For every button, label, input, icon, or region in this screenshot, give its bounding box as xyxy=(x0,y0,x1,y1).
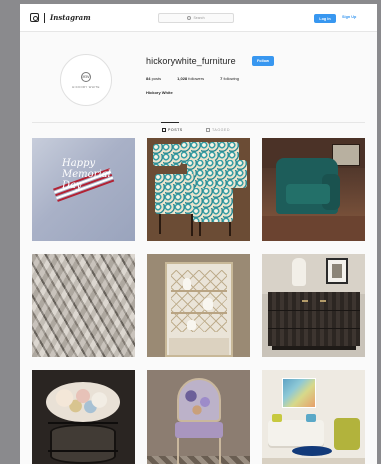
search-placeholder: Search xyxy=(193,16,205,20)
signup-link[interactable]: Sign Up xyxy=(342,15,356,19)
post-tile[interactable] xyxy=(262,370,365,464)
post-tile[interactable] xyxy=(147,138,250,241)
grid-icon xyxy=(162,128,166,132)
memorial-line-3: Day xyxy=(62,180,82,191)
tab-tagged[interactable]: TAGGED xyxy=(206,128,230,132)
tab-posts[interactable]: POSTS xyxy=(162,128,183,132)
camera-icon[interactable] xyxy=(30,13,39,22)
posts-count: 84 xyxy=(146,76,151,81)
tag-icon xyxy=(206,128,210,132)
tab-tagged-label: TAGGED xyxy=(212,128,230,132)
profile-stats: 84 posts 1,028 followers 7 following xyxy=(146,76,239,81)
nav-divider xyxy=(44,12,45,23)
avatar[interactable]: HW HICKORY WHITE xyxy=(60,54,112,106)
top-nav: Instagram Search Log In Sign Up xyxy=(20,4,377,32)
post-tile[interactable] xyxy=(262,138,365,241)
tab-posts-label: POSTS xyxy=(168,128,183,132)
post-tile[interactable] xyxy=(262,254,365,357)
followers-label: followers xyxy=(188,76,205,81)
follow-button[interactable]: Follow xyxy=(252,56,274,66)
posts-stat: 84 posts xyxy=(146,76,161,81)
active-tab-indicator xyxy=(161,122,179,123)
avatar-brand-text: HICKORY WHITE xyxy=(72,84,100,89)
following-stat[interactable]: 7 following xyxy=(220,76,239,81)
tabs-divider xyxy=(32,122,365,123)
search-input[interactable]: Search xyxy=(158,13,234,23)
brand-mark-icon: HW xyxy=(81,71,91,82)
memorial-line-1: Happy xyxy=(62,158,96,169)
instagram-logo[interactable]: Instagram xyxy=(50,13,91,22)
memorial-line-2: Memorial xyxy=(62,169,111,180)
search-icon xyxy=(187,16,192,20)
post-tile[interactable] xyxy=(32,254,135,357)
post-tile[interactable]: Happy Memorial Day xyxy=(32,138,135,241)
post-tile[interactable] xyxy=(32,370,135,464)
followers-count: 1,028 xyxy=(177,76,188,81)
followers-stat[interactable]: 1,028 followers xyxy=(177,76,204,81)
login-button[interactable]: Log In xyxy=(314,14,336,23)
memorial-day-text: Happy Memorial Day xyxy=(62,158,111,191)
instagram-page: Instagram Search Log In Sign Up HW HICKO… xyxy=(20,4,377,464)
following-count: 7 xyxy=(220,76,223,81)
post-tile[interactable] xyxy=(147,254,250,357)
posts-label: posts xyxy=(151,76,162,81)
profile-username: hickorywhite_furniture xyxy=(146,56,236,66)
profile-full-name: Hickory White xyxy=(146,90,173,95)
post-tile[interactable] xyxy=(147,370,250,464)
following-label: following xyxy=(223,76,240,81)
